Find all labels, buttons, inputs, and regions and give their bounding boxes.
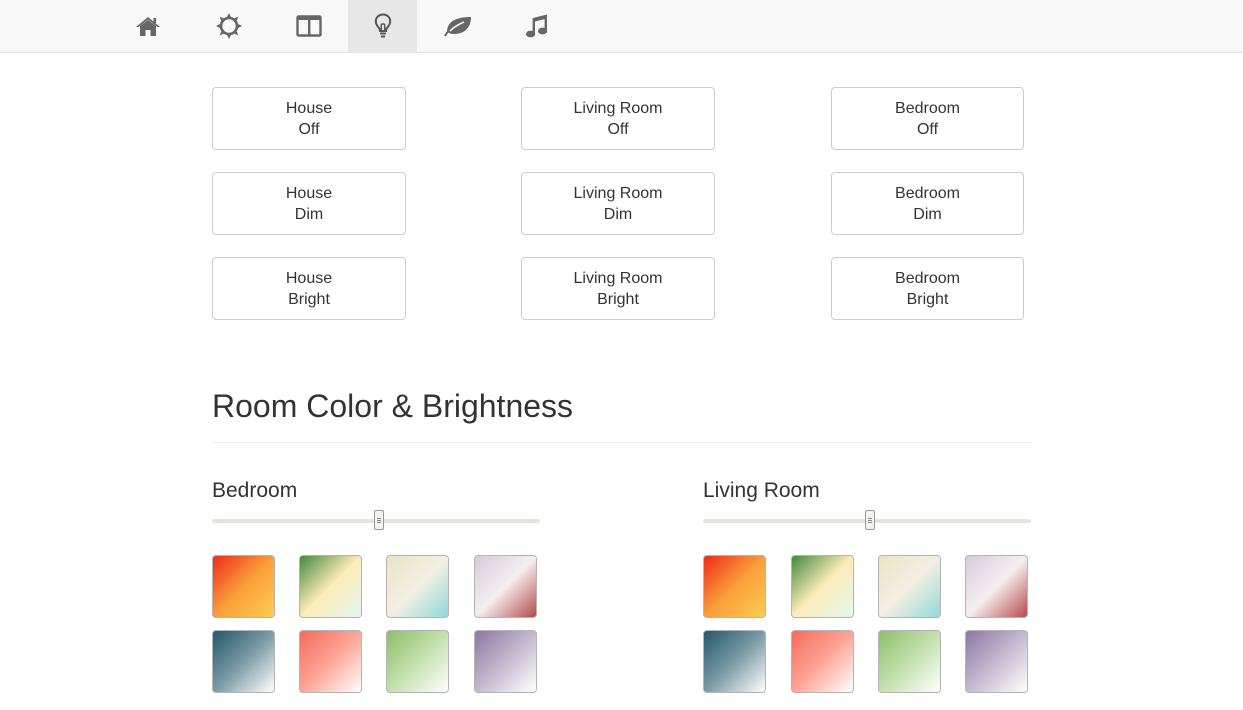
nav-tab-columns[interactable]	[274, 0, 343, 52]
scene-room-label: Living Room	[573, 184, 663, 202]
scene-state-label: Dim	[294, 205, 324, 223]
columns-icon	[295, 15, 322, 37]
room-title-living-room: Living Room	[703, 479, 820, 502]
scene-state-label: Bright	[906, 290, 949, 308]
nav-tab-lights[interactable]	[348, 0, 417, 52]
brightness-slider-bedroom[interactable]	[212, 510, 540, 530]
color-swatch[interactable]	[965, 630, 1028, 693]
top-navbar	[0, 0, 1243, 53]
scene-button-bedroom-bright[interactable]: Bedroom Bright	[831, 257, 1024, 320]
nav-tab-sun[interactable]	[194, 0, 263, 52]
color-swatch[interactable]	[791, 555, 854, 618]
color-swatch[interactable]	[212, 630, 275, 693]
scene-room-label: Living Room	[573, 99, 663, 117]
scene-button-living-room-bright[interactable]: Living Room Bright	[521, 257, 715, 320]
scene-state-label: Dim	[603, 205, 633, 223]
scene-button-house-off[interactable]: House Off	[212, 87, 406, 150]
scene-button-living-room-dim[interactable]: Living Room Dim	[521, 172, 715, 235]
scene-state-label: Bright	[288, 290, 330, 308]
scene-room-label: Bedroom	[895, 184, 960, 202]
sun-icon	[215, 12, 243, 40]
nav-tab-home[interactable]	[113, 0, 182, 52]
color-swatch[interactable]	[474, 630, 537, 693]
scene-room-label: House	[285, 184, 333, 202]
color-swatch[interactable]	[878, 630, 941, 693]
color-swatch[interactable]	[791, 630, 854, 693]
scene-button-house-dim[interactable]: House Dim	[212, 172, 406, 235]
scene-state-label: Dim	[913, 205, 942, 223]
scene-button-bedroom-dim[interactable]: Bedroom Dim	[831, 172, 1024, 235]
color-swatch[interactable]	[386, 555, 449, 618]
slider-handle[interactable]	[865, 510, 876, 530]
lightbulb-icon	[374, 13, 392, 39]
section-divider	[212, 442, 1031, 443]
color-swatch[interactable]	[299, 555, 362, 618]
color-swatch[interactable]	[212, 555, 275, 618]
color-swatch[interactable]	[703, 630, 766, 693]
scene-state-label: Off	[298, 120, 320, 138]
color-swatch[interactable]	[299, 630, 362, 693]
scene-room-label: Bedroom	[895, 99, 960, 117]
home-icon	[135, 15, 161, 37]
color-swatch[interactable]	[878, 555, 941, 618]
room-title-bedroom: Bedroom	[212, 479, 298, 502]
section-title: Room Color & Brightness	[212, 388, 574, 424]
leaf-icon	[443, 15, 473, 37]
music-icon	[525, 13, 549, 39]
scene-state-label: Off	[607, 120, 629, 138]
scene-state-label: Bright	[597, 290, 639, 308]
color-swatch[interactable]	[703, 555, 766, 618]
scene-button-living-room-off[interactable]: Living Room Off	[521, 87, 715, 150]
nav-tab-leaf[interactable]	[423, 0, 492, 52]
scene-room-label: House	[285, 99, 333, 117]
scene-room-label: Living Room	[573, 269, 663, 287]
brightness-slider-living-room[interactable]	[703, 510, 1031, 530]
scene-room-label: House	[285, 269, 333, 287]
scene-button-house-bright[interactable]: House Bright	[212, 257, 406, 320]
slider-handle[interactable]	[374, 510, 385, 530]
color-swatch[interactable]	[386, 630, 449, 693]
color-swatch[interactable]	[474, 555, 537, 618]
nav-tab-music[interactable]	[502, 0, 571, 52]
scene-room-label: Bedroom	[895, 269, 960, 287]
scene-button-bedroom-off[interactable]: Bedroom Off	[831, 87, 1024, 150]
scene-state-label: Off	[916, 120, 939, 138]
color-swatch[interactable]	[965, 555, 1028, 618]
